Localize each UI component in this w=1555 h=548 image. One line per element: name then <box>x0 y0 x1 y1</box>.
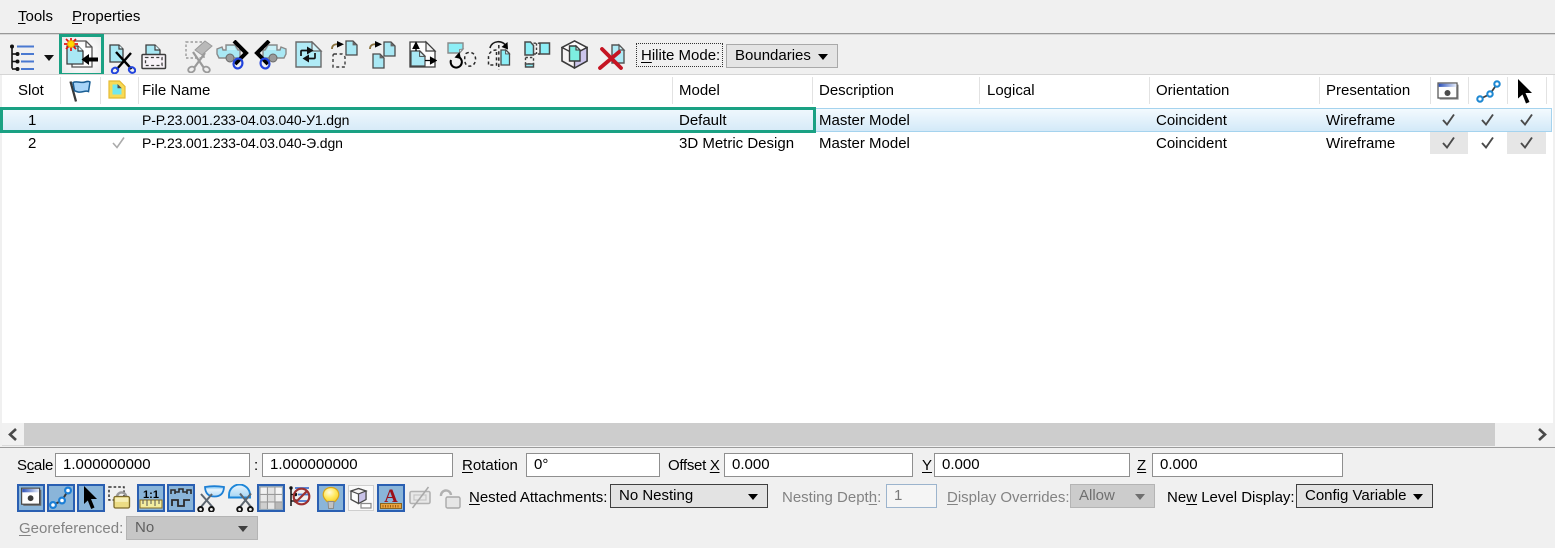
svg-text:1:1: 1:1 <box>143 489 159 501</box>
